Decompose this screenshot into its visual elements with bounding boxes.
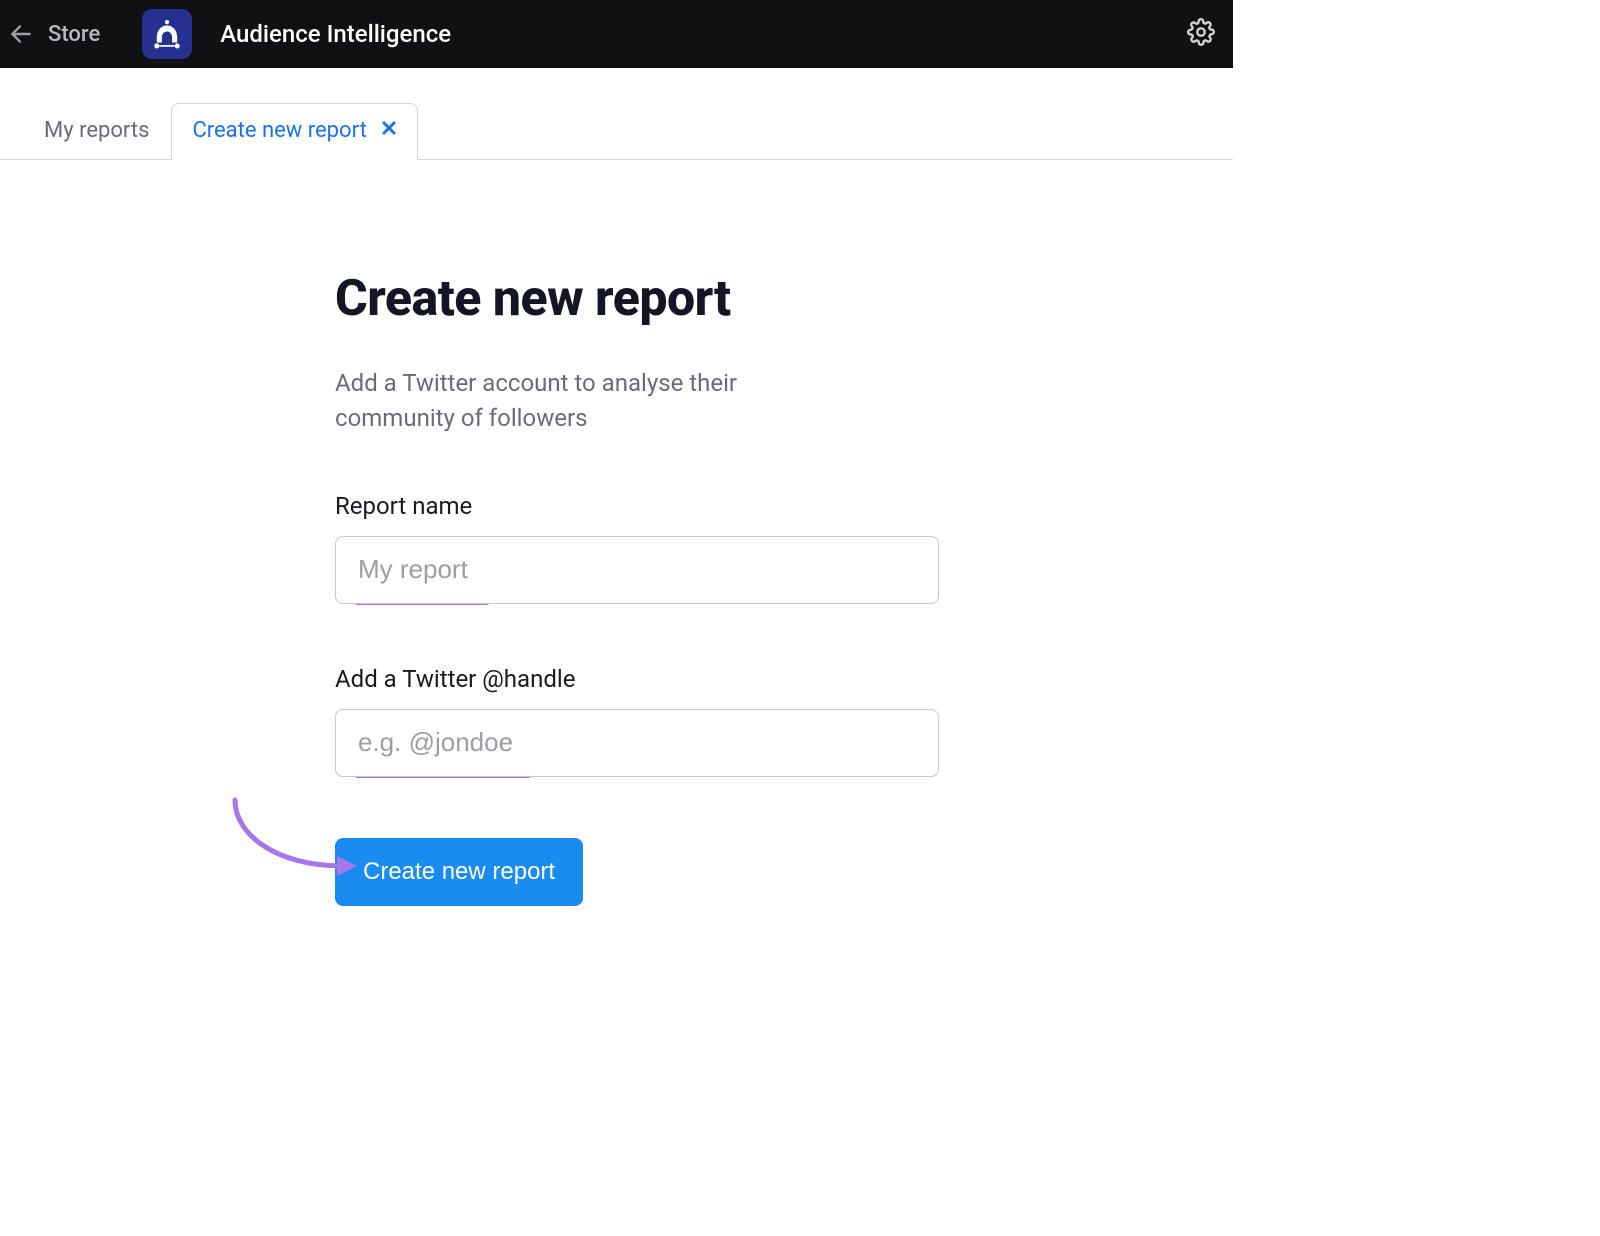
form-group-report-name: Report name [335, 492, 940, 605]
header-left: Store Audience Intelligence [8, 9, 451, 59]
report-name-label: Report name [335, 492, 940, 520]
settings-gear-icon[interactable] [1187, 18, 1215, 50]
form-group-twitter-handle: Add a Twitter @handle [335, 665, 940, 778]
app-logo-icon [142, 9, 192, 59]
tab-label: My reports [44, 118, 149, 143]
twitter-handle-label: Add a Twitter @handle [335, 665, 940, 693]
tab-my-reports[interactable]: My reports [22, 104, 171, 159]
app-title: Audience Intelligence [220, 20, 451, 48]
main-content: Create new report Add a Twitter account … [0, 160, 940, 906]
close-icon[interactable] [381, 120, 397, 141]
back-arrow-icon[interactable] [8, 21, 34, 47]
tab-create-new-report[interactable]: Create new report [171, 103, 417, 160]
page-title: Create new report [335, 270, 940, 328]
page-subtitle: Add a Twitter account to analyse their c… [335, 366, 855, 436]
create-report-button[interactable]: Create new report [335, 838, 583, 906]
tab-label: Create new report [192, 118, 366, 143]
tab-bar: My reports Create new report [0, 104, 1233, 160]
report-name-input[interactable] [335, 536, 939, 604]
app-header: Store Audience Intelligence [0, 0, 1233, 68]
submit-row: Create new report [335, 838, 940, 906]
store-link[interactable]: Store [48, 22, 100, 47]
twitter-handle-input[interactable] [335, 709, 939, 777]
